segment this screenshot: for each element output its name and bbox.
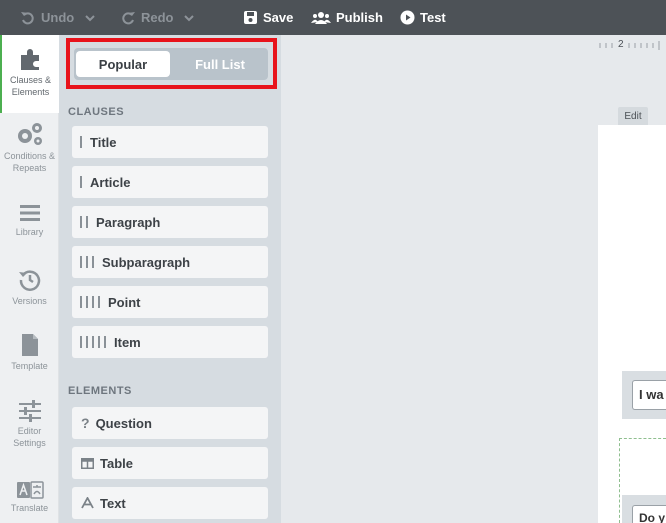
level-bars-icon — [80, 336, 106, 348]
rail-item-template[interactable]: Template — [0, 333, 59, 379]
level-bars-icon — [80, 176, 82, 188]
publish-button[interactable]: Publish — [311, 0, 383, 35]
test-button[interactable]: Test — [400, 0, 446, 35]
rail-item-conditions-repeats[interactable]: Conditions & Repeats — [0, 121, 59, 181]
save-label: Save — [263, 10, 294, 25]
question-field[interactable]: Do y — [632, 505, 666, 523]
redo-button[interactable]: Redo — [120, 0, 174, 35]
element-question[interactable]: ? Question — [72, 407, 268, 439]
element-label: Text — [100, 495, 126, 511]
rail-item-clauses-elements[interactable]: Clauses & Elements — [0, 35, 59, 113]
question-icon: ? — [81, 415, 90, 431]
clause-label: Point — [108, 294, 141, 310]
edit-tab[interactable]: Edit — [618, 107, 648, 125]
save-icon — [244, 11, 257, 24]
element-label: Table — [100, 455, 133, 471]
gears-icon — [17, 123, 42, 145]
rail-label: Library — [15, 227, 44, 237]
undo-label: Undo — [41, 10, 75, 25]
element-label: Question — [95, 415, 152, 431]
redo-dropdown-button[interactable] — [183, 0, 195, 35]
tab-full-list[interactable]: Full List — [174, 51, 266, 77]
tab-popular[interactable]: Popular — [76, 51, 170, 77]
rail-label: Elements — [11, 87, 50, 97]
rail-label: Repeats — [12, 163, 47, 173]
clause-label: Article — [90, 174, 131, 190]
rail-item-versions[interactable]: Versions — [0, 268, 59, 314]
rail-label: Settings — [13, 438, 46, 448]
rail-label: Conditions & — [3, 151, 56, 161]
hamburger-icon — [19, 205, 40, 221]
element-text[interactable]: Text — [72, 487, 268, 519]
table-icon — [81, 457, 94, 469]
save-button[interactable]: Save — [243, 0, 293, 35]
level-bars-icon — [80, 136, 82, 148]
question-field[interactable]: I wa — [632, 380, 666, 410]
rail-label: Editor — [17, 426, 42, 436]
left-rail: Clauses & Elements Conditions & Repeats … — [0, 35, 59, 523]
history-icon — [18, 270, 40, 291]
clause-item[interactable]: Item — [72, 326, 268, 358]
rail-label: Versions — [12, 296, 47, 306]
rail-label: Clauses & — [9, 75, 52, 85]
level-bars-icon — [80, 256, 94, 268]
redo-label: Redo — [141, 10, 174, 25]
redo-icon — [122, 11, 135, 24]
rail-label: Translate — [10, 503, 49, 513]
clause-subparagraph[interactable]: Subparagraph — [72, 246, 268, 278]
chevron-down-icon — [184, 14, 194, 21]
element-table[interactable]: Table — [72, 447, 268, 479]
clause-paragraph[interactable]: Paragraph — [72, 206, 268, 238]
clause-label: Title — [90, 134, 117, 150]
translate-icon — [16, 481, 44, 499]
play-circle-icon — [400, 10, 415, 25]
tab-switcher: Popular Full List — [74, 48, 268, 80]
elements-section-title: ELEMENTS — [68, 385, 132, 397]
clause-label: Subparagraph — [102, 254, 191, 270]
publish-label: Publish — [336, 10, 383, 25]
clause-point[interactable]: Point — [72, 286, 268, 318]
ruler-mark: 2 — [618, 39, 624, 50]
top-toolbar: Undo Redo Save Publish Test — [0, 0, 666, 35]
rail-label: Template — [11, 361, 48, 371]
clause-article[interactable]: Article — [72, 166, 268, 198]
clause-label: Paragraph — [96, 214, 161, 230]
rail-item-translate[interactable]: Translate — [0, 481, 59, 523]
ruler: 2 — [597, 39, 666, 52]
clause-label: Item — [114, 334, 141, 350]
clause-title[interactable]: Title — [72, 126, 268, 158]
clauses-section-title: CLAUSES — [68, 106, 125, 118]
sliders-icon — [18, 400, 41, 422]
undo-dropdown-button[interactable] — [84, 0, 96, 35]
chevron-down-icon — [85, 14, 95, 21]
level-bars-icon — [80, 296, 100, 308]
users-icon — [311, 11, 331, 24]
test-label: Test — [420, 10, 446, 25]
document-icon — [21, 334, 38, 356]
text-icon — [81, 497, 94, 509]
undo-icon — [21, 11, 34, 24]
rail-item-library[interactable]: Library — [0, 203, 59, 249]
level-bars-icon — [80, 216, 88, 228]
puzzle-icon — [20, 49, 39, 70]
rail-item-editor-settings[interactable]: Editor Settings — [0, 400, 59, 458]
undo-button[interactable]: Undo — [20, 0, 74, 35]
